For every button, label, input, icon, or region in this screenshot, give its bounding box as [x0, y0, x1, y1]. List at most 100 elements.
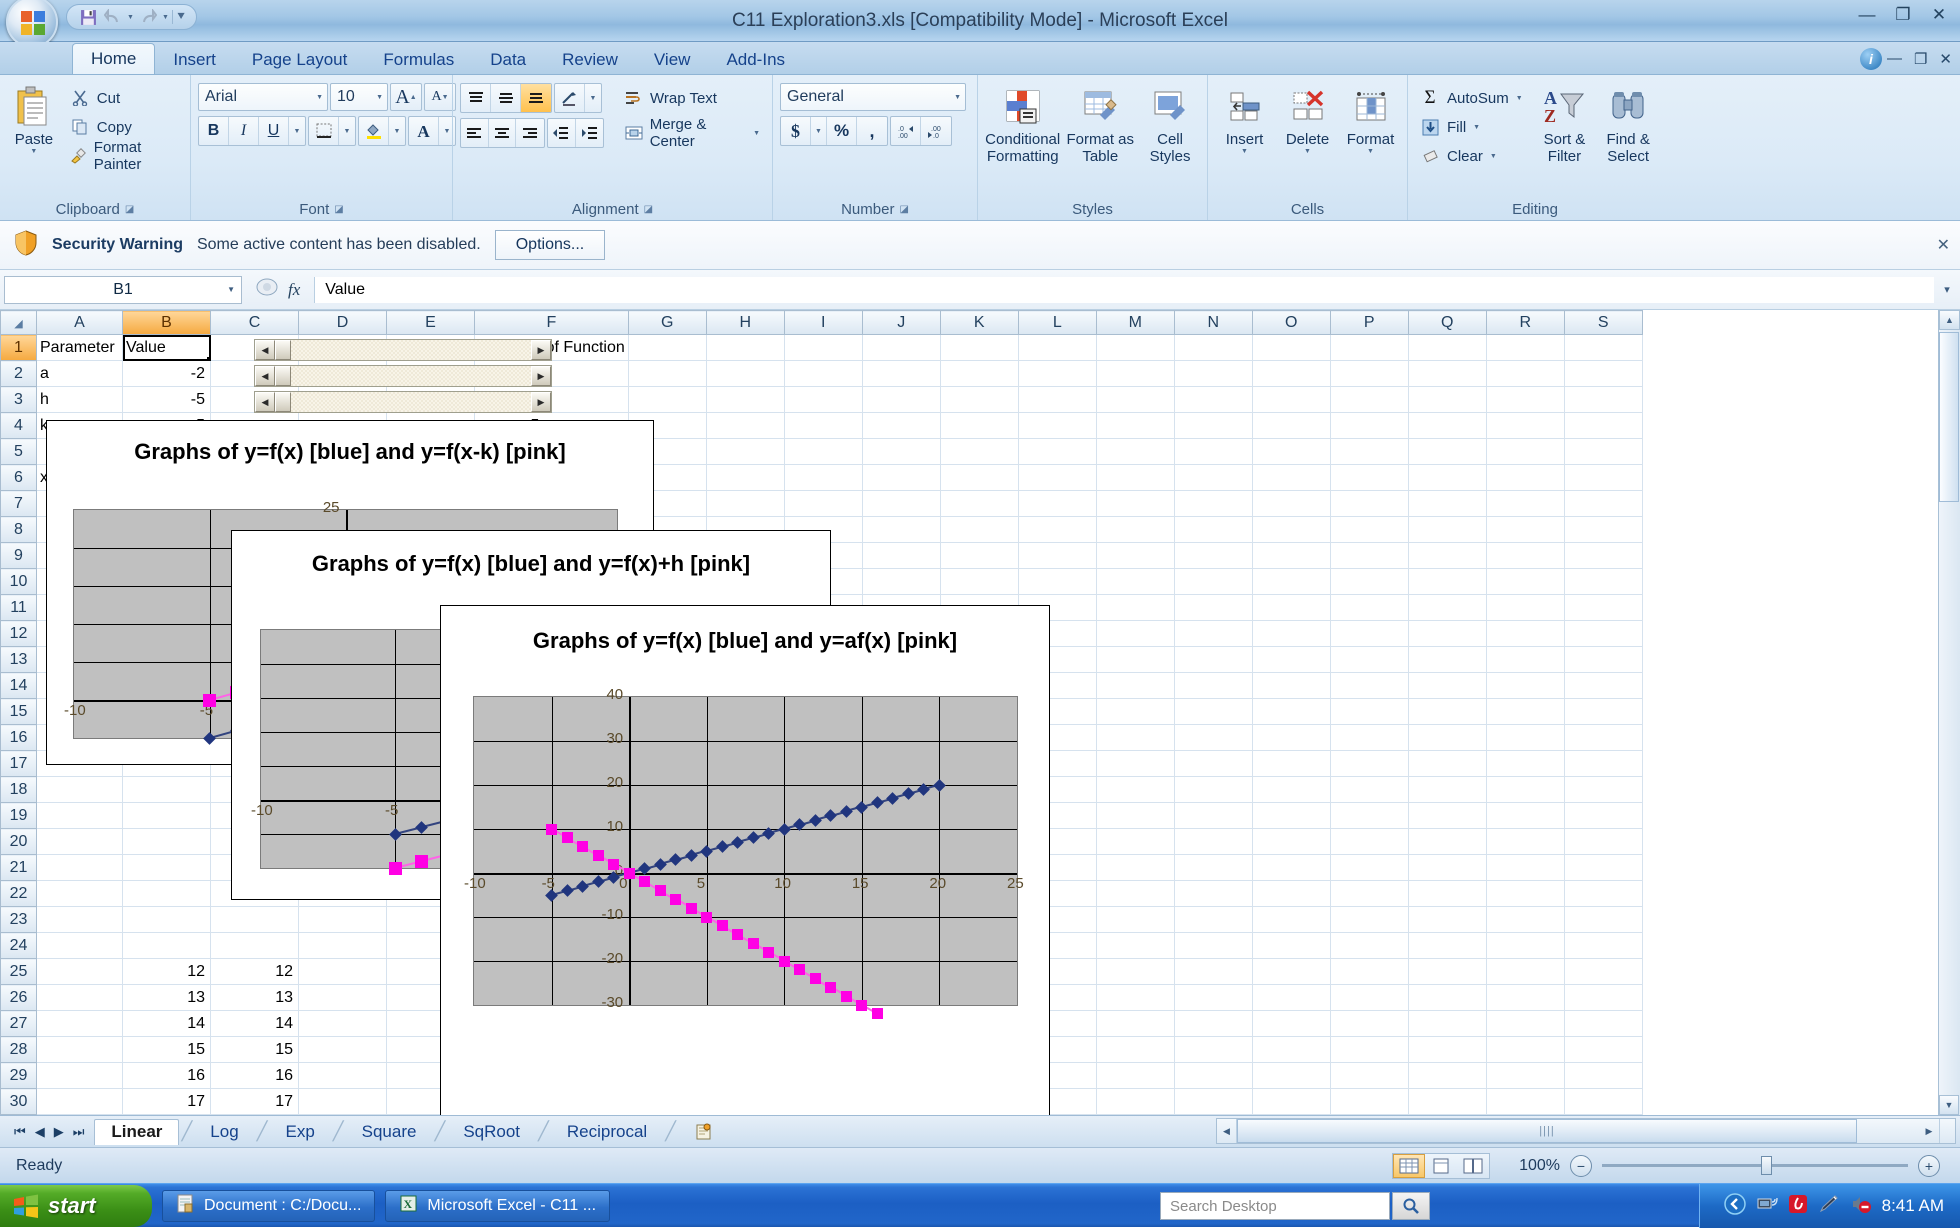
font-name-dropdown-icon[interactable]: ▼ [316, 94, 323, 101]
row-header-9[interactable]: 9 [0, 542, 37, 569]
cell-N19[interactable] [1174, 802, 1253, 829]
cell-Q21[interactable] [1408, 854, 1487, 881]
cell-S27[interactable] [1564, 1010, 1643, 1037]
cell-S17[interactable] [1564, 750, 1643, 777]
minimize-button[interactable]: — [1854, 4, 1880, 26]
cell-B26[interactable]: 13 [122, 984, 211, 1011]
help-icon[interactable]: i [1860, 48, 1882, 70]
cell-M2[interactable] [1096, 360, 1175, 387]
hscroll-right-arrow-icon[interactable]: ▶ [1919, 1119, 1939, 1143]
insert-cells-button[interactable]: Insert ▼ [1215, 83, 1274, 155]
cell-Q17[interactable] [1408, 750, 1487, 777]
pen-icon[interactable] [1818, 1194, 1840, 1219]
cell-B28[interactable]: 15 [122, 1036, 211, 1063]
cell-B19[interactable] [122, 802, 211, 829]
cell-D28[interactable] [298, 1036, 387, 1063]
cell-Q30[interactable] [1408, 1088, 1487, 1115]
merge-center-button[interactable]: Merge & Center ▼ [620, 116, 766, 150]
zoom-in-button[interactable]: + [1918, 1154, 1940, 1177]
cell-P21[interactable] [1330, 854, 1409, 881]
cell-O6[interactable] [1252, 464, 1331, 491]
clear-button[interactable]: Clear ▼ [1415, 143, 1528, 169]
cell-I1[interactable] [784, 334, 863, 361]
cell-S14[interactable] [1564, 672, 1643, 699]
italic-button[interactable]: I [229, 117, 259, 145]
number-dialog-launcher[interactable]: ◪ [899, 204, 908, 215]
cell-H1[interactable] [706, 334, 785, 361]
row-header-20[interactable]: 20 [0, 828, 37, 855]
cell-M12[interactable] [1096, 620, 1175, 647]
cell-A18[interactable] [36, 776, 123, 803]
cell-Q4[interactable] [1408, 412, 1487, 439]
cell-Q1[interactable] [1408, 334, 1487, 361]
fill-button[interactable]: Fill ▼ [1415, 114, 1528, 140]
cancel-formula-icon[interactable] [256, 276, 278, 303]
cell-M18[interactable] [1096, 776, 1175, 803]
cell-G3[interactable] [628, 386, 707, 413]
cell-Q7[interactable] [1408, 490, 1487, 517]
row-header-10[interactable]: 10 [0, 568, 37, 595]
cell-S21[interactable] [1564, 854, 1643, 881]
cell-P15[interactable] [1330, 698, 1409, 725]
cell-N20[interactable] [1174, 828, 1253, 855]
row-header-24[interactable]: 24 [0, 932, 37, 959]
cell-N12[interactable] [1174, 620, 1253, 647]
cell-Q23[interactable] [1408, 906, 1487, 933]
spinner-h[interactable]: ◀ ▶ [254, 365, 552, 387]
cell-O26[interactable] [1252, 984, 1331, 1011]
format-as-table-button[interactable]: Format as Table [1066, 83, 1134, 165]
cell-N30[interactable] [1174, 1088, 1253, 1115]
cell-M10[interactable] [1096, 568, 1175, 595]
cell-L7[interactable] [1018, 490, 1097, 517]
cell-J2[interactable] [862, 360, 941, 387]
cell-M13[interactable] [1096, 646, 1175, 673]
cell-C23[interactable] [210, 906, 299, 933]
cell-P5[interactable] [1330, 438, 1409, 465]
spinner-k-thumb[interactable] [275, 392, 291, 412]
cell-N26[interactable] [1174, 984, 1253, 1011]
first-sheet-button[interactable]: ⏮ [14, 1124, 26, 1140]
cell-M5[interactable] [1096, 438, 1175, 465]
cell-N16[interactable] [1174, 724, 1253, 751]
cell-S8[interactable] [1564, 516, 1643, 543]
increase-decimal-button[interactable]: .0.00 [891, 117, 921, 145]
cell-O12[interactable] [1252, 620, 1331, 647]
column-header-F[interactable]: F [474, 310, 629, 335]
orientation-dropdown-icon[interactable]: ▼ [585, 84, 601, 112]
cell-R10[interactable] [1486, 568, 1565, 595]
insert-function-icon[interactable]: fx [288, 280, 300, 300]
cell-J7[interactable] [862, 490, 941, 517]
cell-L2[interactable] [1018, 360, 1097, 387]
cell-S16[interactable] [1564, 724, 1643, 751]
column-header-S[interactable]: S [1563, 310, 1643, 335]
cell-N11[interactable] [1174, 594, 1253, 621]
cell-M15[interactable] [1096, 698, 1175, 725]
ribbon-tab-insert[interactable]: Insert [155, 45, 234, 74]
cell-P1[interactable] [1330, 334, 1409, 361]
column-header-K[interactable]: K [939, 310, 1019, 335]
cell-H5[interactable] [706, 438, 785, 465]
cell-B1[interactable]: Value [122, 334, 211, 361]
ribbon-tab-page-layout[interactable]: Page Layout [234, 45, 365, 74]
percent-button[interactable]: % [827, 117, 857, 145]
cell-A24[interactable] [36, 932, 123, 959]
cell-R29[interactable] [1486, 1062, 1565, 1089]
spinner-h-left-arrow[interactable]: ◀ [255, 366, 275, 386]
cell-R7[interactable] [1486, 490, 1565, 517]
cell-O25[interactable] [1252, 958, 1331, 985]
cell-M8[interactable] [1096, 516, 1175, 543]
cell-Q11[interactable] [1408, 594, 1487, 621]
cell-B18[interactable] [122, 776, 211, 803]
cell-O16[interactable] [1252, 724, 1331, 751]
cell-P2[interactable] [1330, 360, 1409, 387]
row-header-15[interactable]: 15 [0, 698, 37, 725]
cell-N27[interactable] [1174, 1010, 1253, 1037]
cell-C26[interactable]: 13 [210, 984, 299, 1011]
grow-font-button[interactable]: A ▲ [390, 83, 422, 111]
cell-G2[interactable] [628, 360, 707, 387]
row-header-5[interactable]: 5 [0, 438, 37, 465]
underline-dropdown-icon[interactable]: ▼ [289, 117, 305, 145]
sheet-tab-reciprocal[interactable]: Reciprocal [551, 1119, 663, 1145]
cell-Q14[interactable] [1408, 672, 1487, 699]
column-header-R[interactable]: R [1485, 310, 1565, 335]
